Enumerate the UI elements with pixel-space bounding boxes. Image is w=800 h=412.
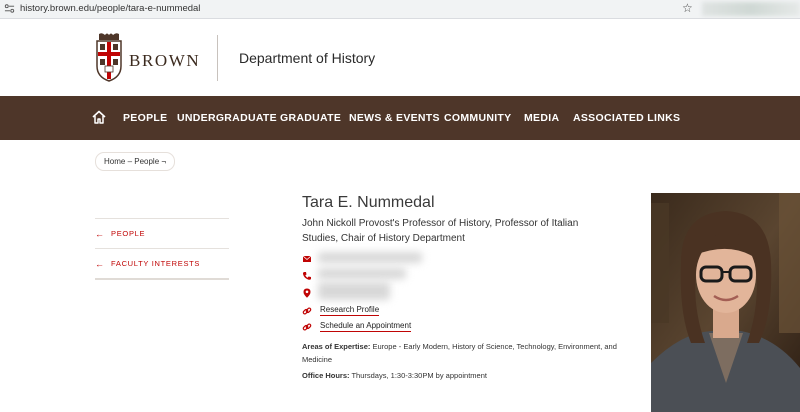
side-nav-label: FACULTY INTERESTS [111, 259, 201, 268]
nav-item-news-events[interactable]: NEWS & EVENTS [349, 112, 440, 124]
department-title[interactable]: Department of History [239, 50, 375, 66]
link-icon [302, 323, 312, 331]
main-nav: PEOPLE UNDERGRADUATE GRADUATE NEWS & EVE… [0, 96, 800, 140]
research-profile-link[interactable]: Research Profile [320, 305, 380, 316]
home-icon[interactable] [92, 110, 106, 124]
nav-item-people[interactable]: PEOPLE [123, 112, 167, 124]
link-icon [302, 307, 312, 315]
nav-item-graduate[interactable]: GRADUATE [280, 112, 341, 124]
breadcrumb[interactable]: Home – People ¬ [95, 152, 176, 171]
nav-item-associated-links[interactable]: ASSOCIATED LINKS [573, 112, 680, 124]
portrait-illustration [651, 193, 800, 412]
areas-of-expertise: Areas of Expertise: Europe - Early Moder… [302, 340, 632, 366]
site-header: BROWN Department of History [0, 19, 800, 96]
profile-photo [651, 193, 800, 412]
phone-redacted[interactable] [318, 268, 406, 279]
site-settings-icon[interactable] [4, 3, 15, 14]
nav-item-media[interactable]: MEDIA [524, 112, 559, 124]
schedule-appointment-link[interactable]: Schedule an Appointment [320, 321, 412, 332]
url-text[interactable]: history.brown.edu/people/tara-e-nummedal [20, 3, 200, 14]
side-nav-item-faculty-interests[interactable]: ← FACULTY INTERESTS [95, 248, 229, 280]
browser-address-bar: history.brown.edu/people/tara-e-nummedal… [0, 0, 800, 19]
bookmark-star-icon[interactable]: ☆ [682, 1, 693, 15]
email-redacted[interactable] [318, 252, 422, 263]
side-nav-label: PEOPLE [111, 229, 146, 238]
arrow-left-icon: ← [95, 228, 105, 239]
office-hours: Office Hours: Thursdays, 1:30-3:30PM by … [302, 369, 632, 382]
brown-shield-logo-icon[interactable] [94, 32, 124, 82]
expertise-label: Areas of Expertise: [302, 342, 371, 351]
office-hours-value: Thursdays, 1:30-3:30PM by appointment [351, 371, 487, 380]
address-redacted [318, 282, 390, 300]
phone-icon [302, 272, 311, 280]
profile-title: John Nickoll Provost's Professor of Hist… [302, 218, 579, 244]
arrow-left-icon: ← [95, 258, 105, 269]
nav-item-undergraduate[interactable]: UNDERGRADUATE [177, 112, 277, 124]
office-hours-label: Office Hours: [302, 371, 350, 380]
header-divider [217, 35, 218, 81]
profile-name: Tara E. Nummedal [302, 194, 435, 211]
extensions-area [702, 2, 800, 16]
envelope-icon [302, 255, 312, 262]
nav-item-community[interactable]: COMMUNITY [444, 112, 511, 124]
location-pin-icon [303, 288, 311, 298]
side-nav: ← PEOPLE ← FACULTY INTERESTS [95, 218, 229, 280]
side-nav-item-people[interactable]: ← PEOPLE [95, 218, 229, 248]
brown-wordmark[interactable]: BROWN [129, 51, 200, 71]
